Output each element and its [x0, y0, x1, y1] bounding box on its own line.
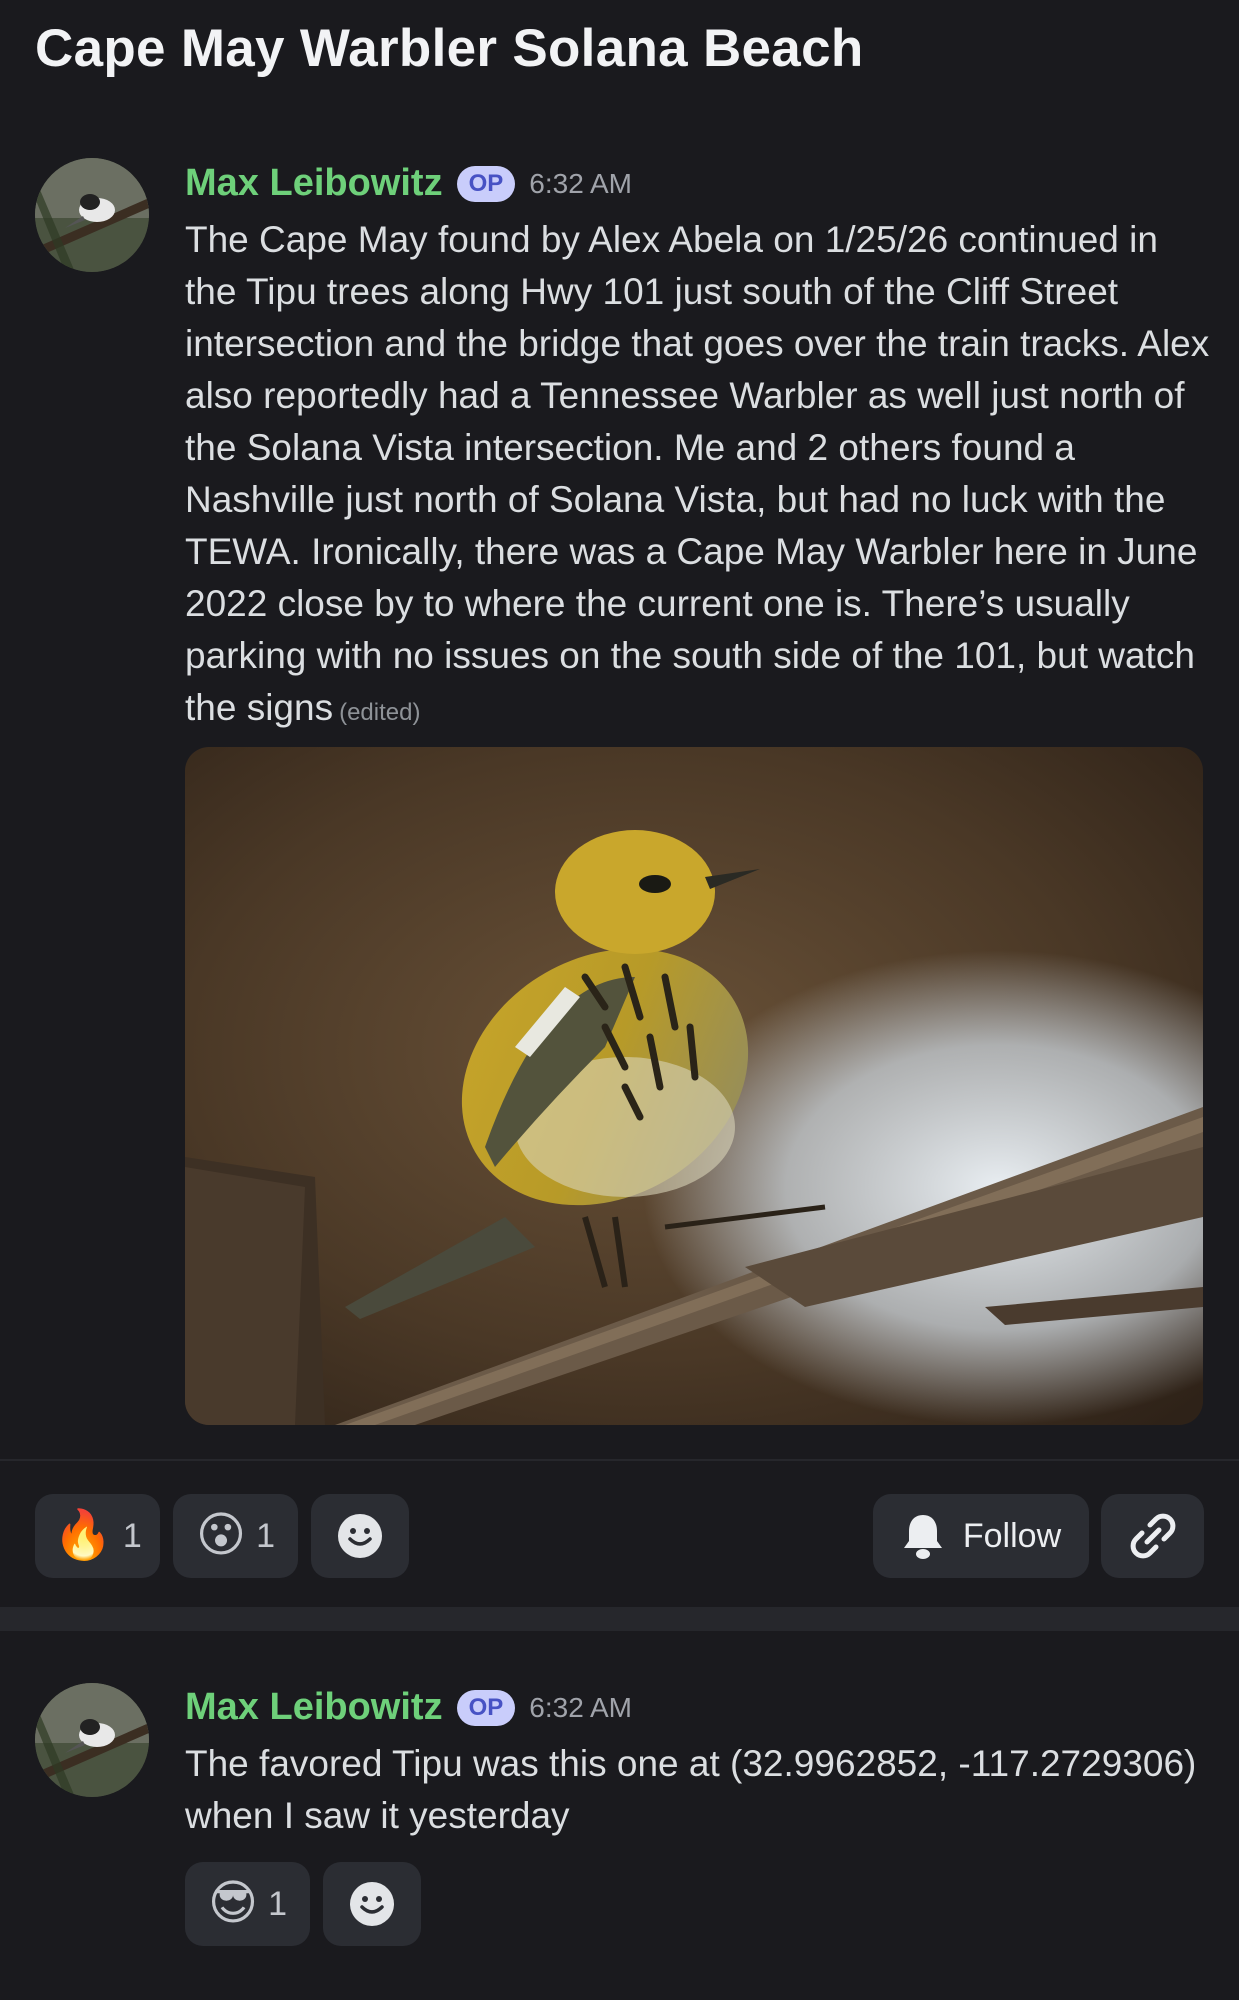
timestamp: 6:32 AM — [529, 1691, 632, 1723]
add-reaction-button[interactable] — [311, 1494, 409, 1578]
follow-button[interactable]: Follow — [873, 1494, 1089, 1578]
add-reaction-button[interactable] — [323, 1862, 421, 1946]
edited-label: (edited) — [339, 699, 421, 726]
message-separator — [0, 1607, 1239, 1631]
smiley-add-icon — [338, 1514, 382, 1558]
author-name[interactable]: Max Leibowitz — [185, 1686, 443, 1729]
avatar-bird-photo — [35, 158, 149, 272]
reaction-count: 1 — [256, 1516, 275, 1555]
message-body: The Cape May found by Alex Abela on 1/25… — [185, 219, 1210, 728]
fire-icon: 🔥 — [53, 1509, 113, 1562]
reaction-count: 1 — [268, 1884, 287, 1923]
warbler-photo — [185, 747, 1203, 1425]
thread-title: Cape May Warbler Solana Beach — [35, 19, 864, 78]
message-header: Max Leibowitz OP 6:32 AM — [185, 162, 632, 205]
follow-label: Follow — [962, 1516, 1062, 1555]
message-text: The favored Tipu was this one at (32.996… — [185, 1738, 1210, 1842]
op-badge: OP — [456, 1689, 516, 1726]
message-body: The favored Tipu was this one at (32.996… — [185, 1743, 1197, 1836]
avatar[interactable] — [35, 158, 149, 272]
message-header: Max Leibowitz OP 6:32 AM — [185, 1686, 632, 1729]
surprised-face-icon: 😮 — [196, 1509, 247, 1562]
avatar[interactable] — [35, 1683, 149, 1797]
author-name[interactable]: Max Leibowitz — [185, 162, 443, 205]
reaction-sunglasses[interactable]: 😎 1 — [185, 1862, 310, 1946]
copy-link-button[interactable] — [1101, 1494, 1204, 1578]
reaction-surprised[interactable]: 😮 1 — [173, 1494, 298, 1578]
link-icon — [1130, 1513, 1175, 1559]
divider — [0, 1459, 1239, 1461]
reaction-fire[interactable]: 🔥 1 — [35, 1494, 160, 1578]
timestamp: 6:32 AM — [529, 167, 632, 199]
reaction-count: 1 — [122, 1516, 142, 1555]
smiley-add-icon — [350, 1882, 394, 1926]
op-badge: OP — [456, 165, 516, 202]
image-attachment[interactable] — [185, 747, 1203, 1425]
message-text: The Cape May found by Alex Abela on 1/25… — [185, 214, 1210, 739]
bell-icon — [903, 1515, 942, 1559]
sunglasses-face-icon: 😎 — [208, 1877, 259, 1930]
avatar-bird-photo — [35, 1683, 149, 1797]
